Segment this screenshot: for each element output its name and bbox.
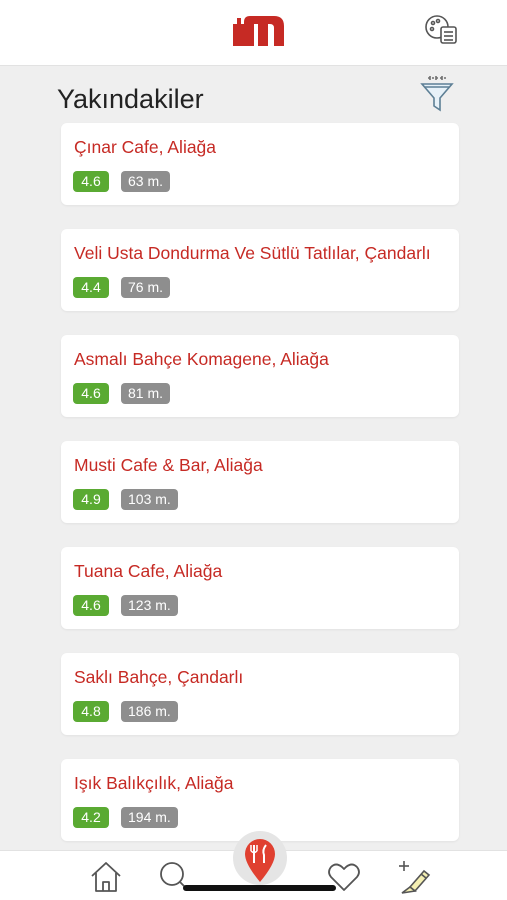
rating-badge: 4.2 bbox=[73, 807, 109, 828]
add-review-icon[interactable] bbox=[396, 859, 432, 895]
rating-badge: 4.8 bbox=[73, 701, 109, 722]
rating-badge: 4.4 bbox=[73, 277, 109, 298]
rating-badge: 4.6 bbox=[73, 171, 109, 192]
distance-badge: 123 m. bbox=[121, 595, 178, 616]
place-card[interactable]: Işık Balıkçılık, Aliağa 4.2 194 m. bbox=[61, 759, 459, 841]
place-name[interactable]: Asmalı Bahçe Komagene, Aliağa bbox=[74, 349, 329, 370]
place-name[interactable]: Musti Cafe & Bar, Aliağa bbox=[74, 455, 263, 476]
rating-badge: 4.9 bbox=[73, 489, 109, 510]
filter-funnel-icon[interactable] bbox=[419, 74, 455, 114]
place-card[interactable]: Veli Usta Dondurma Ve Sütlü Tatlılar, Ça… bbox=[61, 229, 459, 311]
distance-badge: 186 m. bbox=[121, 701, 178, 722]
distance-badge: 81 m. bbox=[121, 383, 171, 404]
distance-badge: 103 m. bbox=[121, 489, 178, 510]
section-title: Yakındakiler bbox=[57, 84, 204, 114]
distance-badge: 76 m. bbox=[121, 277, 171, 298]
place-name[interactable]: Çınar Cafe, Aliağa bbox=[74, 137, 216, 158]
top-bar bbox=[0, 0, 507, 66]
place-name[interactable]: Veli Usta Dondurma Ve Sütlü Tatlılar, Ça… bbox=[74, 243, 431, 264]
home-icon[interactable] bbox=[88, 859, 124, 895]
menu-list-icon[interactable] bbox=[422, 10, 460, 48]
brand-logo-icon[interactable] bbox=[230, 10, 288, 48]
place-name[interactable]: Saklı Bahçe, Çandarlı bbox=[74, 667, 243, 688]
place-card[interactable]: Tuana Cafe, Aliağa 4.6 123 m. bbox=[61, 547, 459, 629]
distance-badge: 194 m. bbox=[121, 807, 178, 828]
place-card[interactable]: Çınar Cafe, Aliağa 4.6 63 m. bbox=[61, 123, 459, 205]
home-indicator[interactable] bbox=[183, 885, 336, 891]
place-name[interactable]: Işık Balıkçılık, Aliağa bbox=[74, 773, 234, 794]
rating-badge: 4.6 bbox=[73, 383, 109, 404]
place-card[interactable]: Musti Cafe & Bar, Aliağa 4.9 103 m. bbox=[61, 441, 459, 523]
place-card[interactable]: Asmalı Bahçe Komagene, Aliağa 4.6 81 m. bbox=[61, 335, 459, 417]
rating-badge: 4.6 bbox=[73, 595, 109, 616]
place-name[interactable]: Tuana Cafe, Aliağa bbox=[74, 561, 222, 582]
nearby-restaurant-pin-icon[interactable] bbox=[231, 830, 289, 890]
place-card[interactable]: Saklı Bahçe, Çandarlı 4.8 186 m. bbox=[61, 653, 459, 735]
distance-badge: 63 m. bbox=[121, 171, 171, 192]
